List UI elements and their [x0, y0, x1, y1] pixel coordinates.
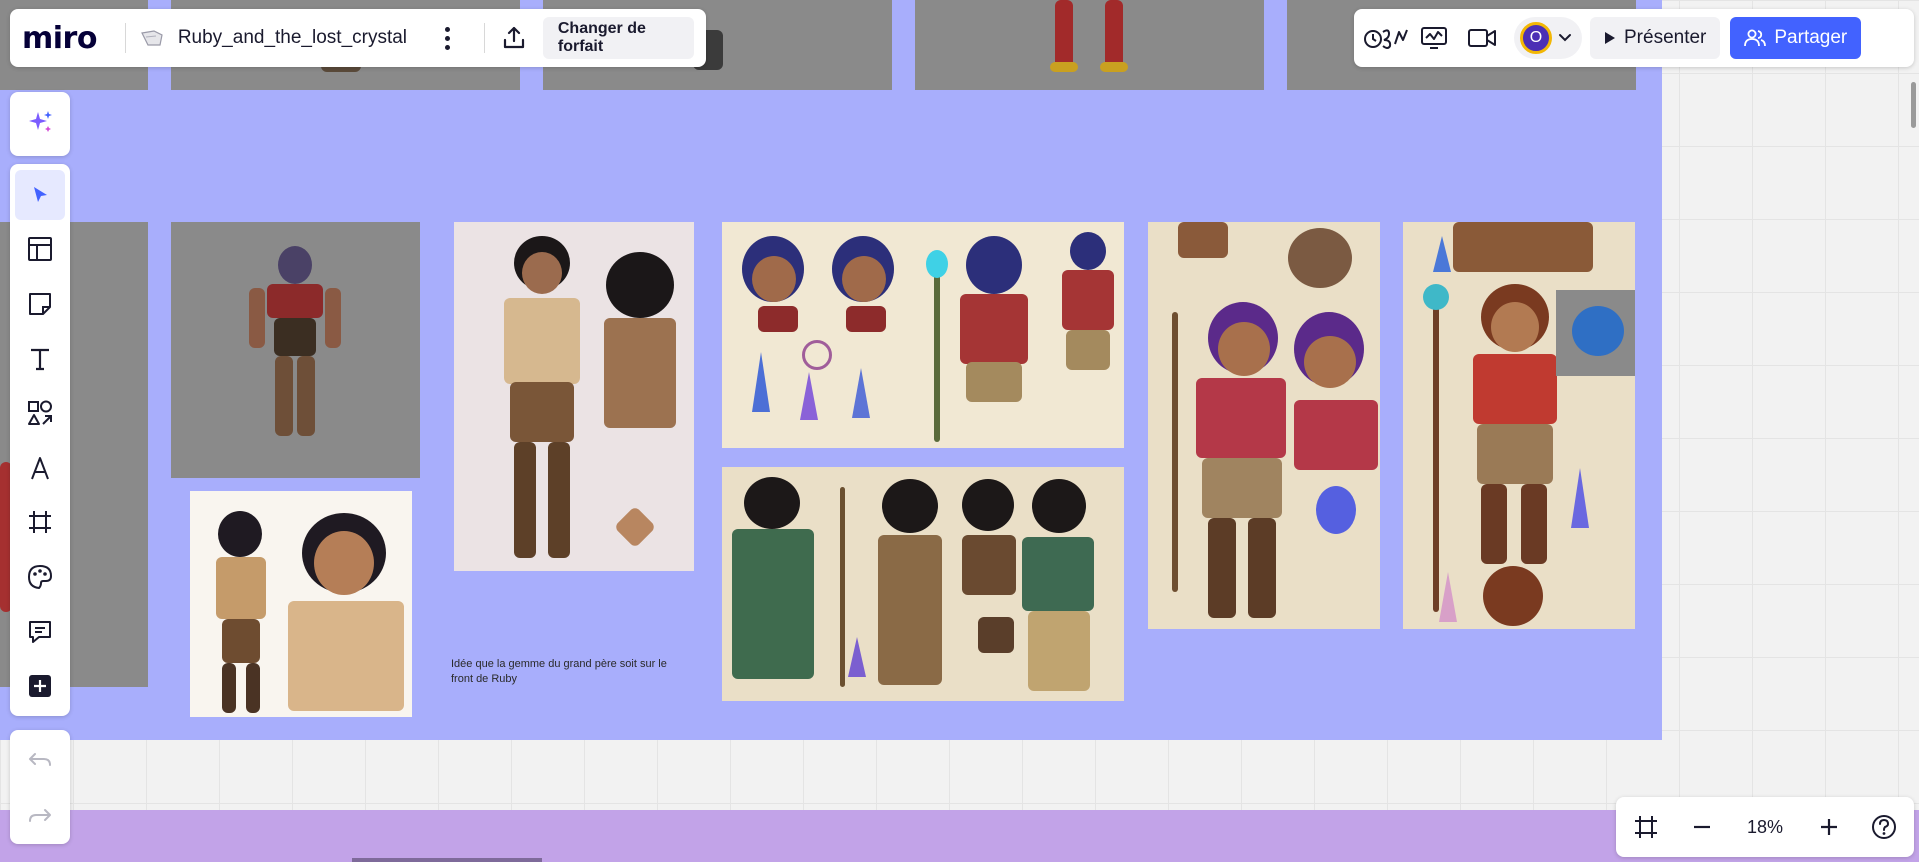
avatar[interactable]: O [1520, 22, 1552, 54]
templates-icon [28, 237, 52, 262]
board-icon [140, 29, 164, 47]
ai-assist-button[interactable] [15, 97, 65, 147]
export-button[interactable] [499, 21, 529, 55]
image-character-sheet-1[interactable] [722, 222, 1124, 448]
creation-toolbar [10, 164, 70, 716]
zoom-controls: 18% [1616, 797, 1914, 857]
users-icon [1744, 29, 1767, 47]
pen-tool[interactable] [15, 443, 65, 493]
plus-square-icon [29, 675, 51, 698]
upgrade-plan-button[interactable]: Changer de forfait [542, 17, 694, 59]
present-label: Présenter [1624, 27, 1707, 48]
stickers-tool[interactable] [15, 552, 65, 602]
minus-icon [1693, 825, 1710, 829]
reactions-button[interactable] [1362, 18, 1410, 58]
video-icon [1468, 29, 1496, 47]
canvas-note[interactable]: Idée que la gemme du grand père soit sur… [451, 657, 681, 687]
collaboration-bar: O Présenter Partager [1354, 9, 1914, 67]
image-ruby-model[interactable] [171, 222, 420, 478]
help-icon [1872, 815, 1896, 839]
select-tool[interactable] [15, 170, 65, 220]
image-character-sheet-4[interactable] [1403, 222, 1635, 629]
undo-icon [29, 753, 51, 766]
present-button[interactable]: Présenter [1590, 17, 1721, 59]
sticky-note-tool[interactable] [15, 279, 65, 329]
help-button[interactable] [1864, 807, 1904, 847]
reactions-icon [1364, 29, 1408, 49]
text-tool[interactable] [15, 334, 65, 384]
more-tools-button[interactable] [15, 661, 65, 711]
undo-button[interactable] [20, 744, 60, 776]
upload-icon [503, 26, 525, 49]
share-button[interactable]: Partager [1730, 17, 1862, 59]
board-menu-button[interactable] [437, 23, 458, 53]
miro-logo[interactable]: miro [22, 21, 97, 56]
zoom-in-button[interactable] [1809, 807, 1849, 847]
history-toolbar [10, 730, 70, 844]
divider [484, 23, 485, 53]
sparkle-icon [29, 110, 52, 132]
plus-icon [1820, 819, 1837, 835]
palette-icon [27, 564, 53, 589]
activity-icon [1421, 27, 1447, 49]
chevron-down-icon [1559, 34, 1571, 42]
image-character-sheet-2[interactable] [722, 467, 1124, 701]
crystal-creature-thumbnail [1556, 290, 1635, 376]
play-icon [1605, 32, 1615, 44]
image-ruby-goggles[interactable] [190, 491, 412, 717]
activity-button[interactable] [1410, 18, 1458, 58]
share-label: Partager [1774, 27, 1848, 48]
zoom-level[interactable]: 18% [1737, 817, 1793, 838]
comment-tool[interactable] [15, 607, 65, 657]
divider [124, 23, 126, 53]
board-header: miro Ruby_and_the_lost_crystal Changer d… [10, 9, 706, 67]
redo-button[interactable] [20, 800, 60, 832]
comment-icon [29, 620, 51, 643]
redo-icon [29, 809, 51, 822]
fit-frame-icon [1635, 816, 1657, 838]
image-top-4[interactable] [915, 0, 1264, 90]
cursor-icon [34, 186, 47, 202]
fit-to-screen-button[interactable] [1626, 807, 1666, 847]
shapes-icon [28, 400, 52, 426]
pen-icon [31, 456, 49, 480]
frame-icon [29, 511, 51, 534]
frame-bottom-tab [352, 858, 542, 862]
board-title[interactable]: Ruby_and_the_lost_crystal [178, 27, 407, 49]
templates-tool[interactable] [15, 225, 65, 275]
sticky-note-icon [29, 292, 51, 315]
image-character-sheet-3[interactable] [1148, 222, 1380, 629]
video-call-button[interactable] [1458, 18, 1506, 58]
image-ruby-explorer[interactable] [454, 222, 694, 571]
text-icon [31, 348, 49, 370]
collaborators-menu[interactable]: O [1514, 17, 1582, 59]
zoom-out-button[interactable] [1682, 807, 1722, 847]
ai-toolbar [10, 92, 70, 156]
shapes-tool[interactable] [15, 388, 65, 438]
frame-tool[interactable] [15, 498, 65, 548]
vertical-scrollbar[interactable] [1911, 82, 1916, 128]
